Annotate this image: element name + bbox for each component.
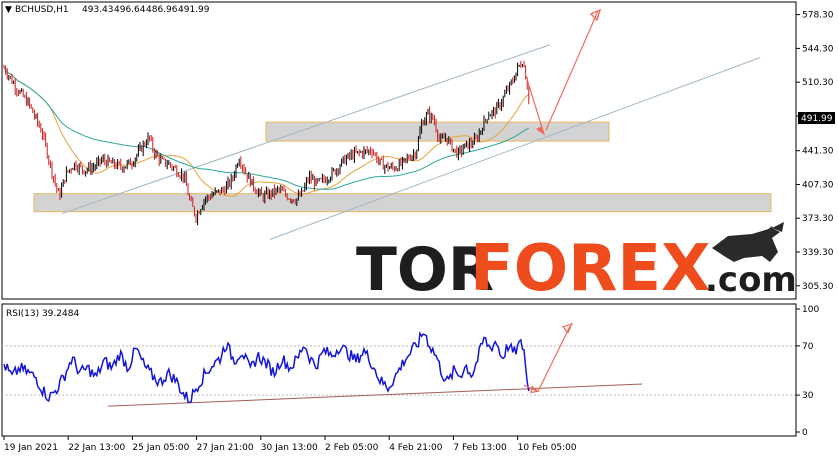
watermark-dotcom: .com [705,260,797,300]
price-tick-label-1: 544.30 [802,44,834,54]
rsi-tick-label-1: 70 [802,342,814,352]
rsi-tick-label-3: 0 [802,428,808,438]
time-tick-label-6: 4 Feb 21:00 [389,443,443,453]
price-tick-label-5: 407.30 [802,180,834,190]
ohlc-high: 496.64 [114,5,146,15]
current-price-text: 491.99 [801,114,833,124]
chart-root: TOR FOREX .com ▼ BCHUSD,H1 493.43 496.64… [0,0,838,458]
rsi-tick-label-2: 30 [802,391,814,401]
price-pane[interactable]: TOR FOREX .com ▼ BCHUSD,H1 493.43 496.64… [1,1,797,306]
symbol-timeframe: BCHUSD,H1 [15,5,69,15]
time-tick-label-1: 22 Jan 13:00 [68,443,125,453]
price-tick-label-7: 339.30 [802,248,834,258]
time-tick-label-8: 10 Feb 05:00 [518,443,577,453]
time-tick-label-4: 30 Jan 13:00 [261,443,318,453]
ohlc-open: 493.43 [82,5,114,15]
chart-header-arrow: ▼ [5,5,12,15]
price-tick-label-6: 373.30 [802,214,834,224]
current-price-label: 491.99 [798,112,835,124]
ohlc-low: 486.96 [146,5,178,15]
time-tick-label-5: 2 Feb 05:00 [325,443,379,453]
time-tick-label-2: 25 Jan 05:00 [132,443,189,453]
watermark-forex: FOREX [470,232,710,306]
time-tick-label-7: 7 Feb 13:00 [453,443,507,453]
rsi-tick-label-0: 100 [802,305,819,315]
price-tick-label-8: 305.30 [802,282,834,292]
time-tick-label-3: 27 Jan 21:00 [197,443,254,453]
price-tick-label-4: 441.30 [802,147,834,157]
ohlc-close: 491.99 [178,5,210,15]
support-zone [33,193,772,213]
rsi-label: RSI(13) 39.2484 [6,309,79,319]
time-tick-label-0: 19 Jan 2021 [4,443,58,453]
price-tick-label-0: 578.30 [802,11,834,21]
rsi-pane[interactable]: RSI(13) 39.2484 [1,303,797,437]
price-axis: 578.30544.30510.30476.30441.30407.30373.… [795,2,834,299]
price-tick-label-2: 510.30 [802,78,834,88]
